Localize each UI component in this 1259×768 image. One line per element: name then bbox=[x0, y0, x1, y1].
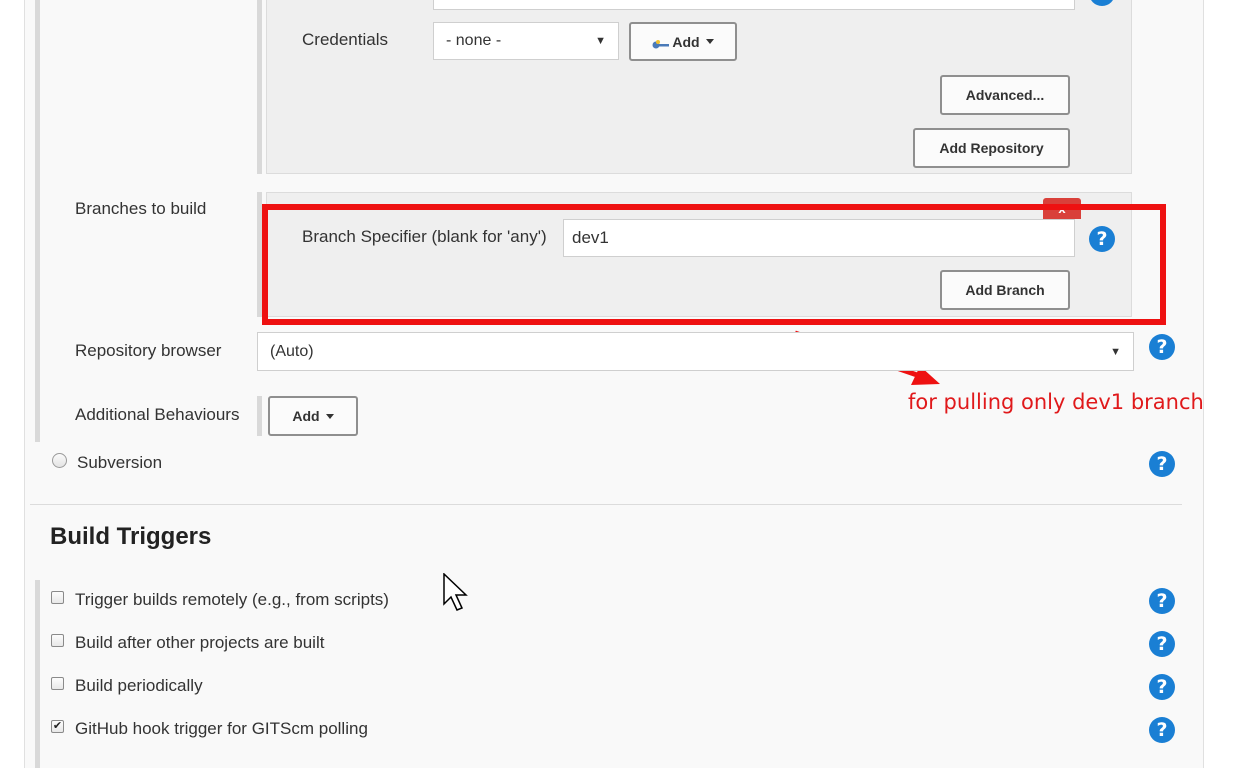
branches-to-build-label: Branches to build bbox=[75, 199, 207, 218]
additional-behaviours-label: Additional Behaviours bbox=[75, 405, 240, 424]
trigger-remotely-help-icon[interactable]: ? bbox=[1149, 588, 1175, 614]
annotation-text: for pulling only dev1 branch bbox=[908, 390, 1204, 414]
add-repository-button[interactable]: Add Repository bbox=[913, 128, 1070, 168]
repo-indent-bar bbox=[257, 0, 262, 174]
repository-browser-value: (Auto) bbox=[270, 342, 314, 360]
subversion-help-icon[interactable]: ? bbox=[1149, 451, 1175, 477]
section-divider bbox=[30, 504, 1182, 505]
github-hook-label: GitHub hook trigger for GITScm polling bbox=[75, 719, 368, 738]
build-periodically-help-icon[interactable]: ? bbox=[1149, 674, 1175, 700]
caret-down-icon bbox=[325, 413, 334, 419]
repository-browser-select[interactable]: (Auto) ▼ bbox=[257, 332, 1134, 371]
advanced-button[interactable]: Advanced... bbox=[940, 75, 1070, 115]
credentials-select[interactable]: - none - ▼ bbox=[433, 22, 619, 60]
additional-behaviours-add-label: Add bbox=[292, 408, 320, 424]
repository-browser-label: Repository browser bbox=[75, 341, 222, 360]
build-triggers-heading: Build Triggers bbox=[50, 523, 212, 550]
behaviours-indent-bar bbox=[257, 396, 262, 436]
credentials-select-value: - none - bbox=[446, 32, 502, 49]
triggers-indent-bar bbox=[35, 580, 40, 768]
github-hook-help-icon[interactable]: ? bbox=[1149, 717, 1175, 743]
subversion-radio[interactable] bbox=[52, 453, 67, 468]
build-after-other-label: Build after other projects are built bbox=[75, 633, 325, 652]
subversion-label: Subversion bbox=[77, 453, 163, 472]
repository-url-input[interactable] bbox=[433, 0, 1075, 10]
build-periodically-checkbox[interactable] bbox=[51, 677, 64, 690]
dropdown-arrow-icon: ▼ bbox=[1110, 345, 1121, 358]
additional-behaviours-add-button[interactable]: Add bbox=[268, 396, 358, 436]
repository-browser-help-icon[interactable]: ? bbox=[1149, 334, 1175, 360]
build-after-other-help-icon[interactable]: ? bbox=[1149, 631, 1175, 657]
mouse-cursor-icon bbox=[443, 573, 468, 611]
highlight-box bbox=[262, 204, 1166, 325]
build-periodically-label: Build periodically bbox=[75, 676, 203, 695]
credentials-add-label: Add bbox=[672, 33, 700, 50]
build-after-other-checkbox[interactable] bbox=[51, 634, 64, 647]
dropdown-arrow-icon: ▼ bbox=[595, 35, 606, 47]
trigger-remotely-checkbox[interactable] bbox=[51, 591, 64, 604]
credentials-add-button[interactable]: Add bbox=[629, 22, 737, 61]
trigger-remotely-label: Trigger builds remotely (e.g., from scri… bbox=[75, 590, 389, 609]
section-indent-bar bbox=[35, 0, 40, 442]
key-icon bbox=[652, 37, 670, 48]
caret-down-icon bbox=[705, 39, 714, 44]
credentials-label: Credentials bbox=[302, 30, 388, 49]
github-hook-checkbox[interactable]: ✔ bbox=[51, 720, 64, 733]
